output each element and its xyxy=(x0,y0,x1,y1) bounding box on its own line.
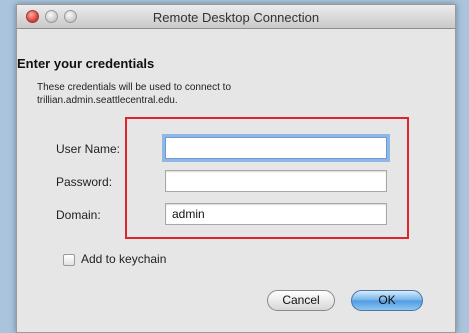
cancel-button[interactable]: Cancel xyxy=(267,290,335,311)
ok-button[interactable]: OK xyxy=(351,290,423,311)
keychain-checkbox[interactable] xyxy=(63,254,75,266)
title-bar: Remote Desktop Connection xyxy=(17,5,455,29)
username-field[interactable] xyxy=(165,137,387,159)
domain-label: Domain: xyxy=(56,208,101,222)
password-field[interactable] xyxy=(165,170,387,192)
window-title: Remote Desktop Connection xyxy=(152,10,320,25)
credentials-description: These credentials will be used to connec… xyxy=(37,82,231,106)
username-label: User Name: xyxy=(56,142,121,156)
credentials-heading: Enter your credentials xyxy=(17,56,155,71)
domain-field[interactable] xyxy=(165,203,387,225)
keychain-label[interactable]: Add to keychain xyxy=(81,252,166,266)
password-label: Password: xyxy=(56,175,113,189)
